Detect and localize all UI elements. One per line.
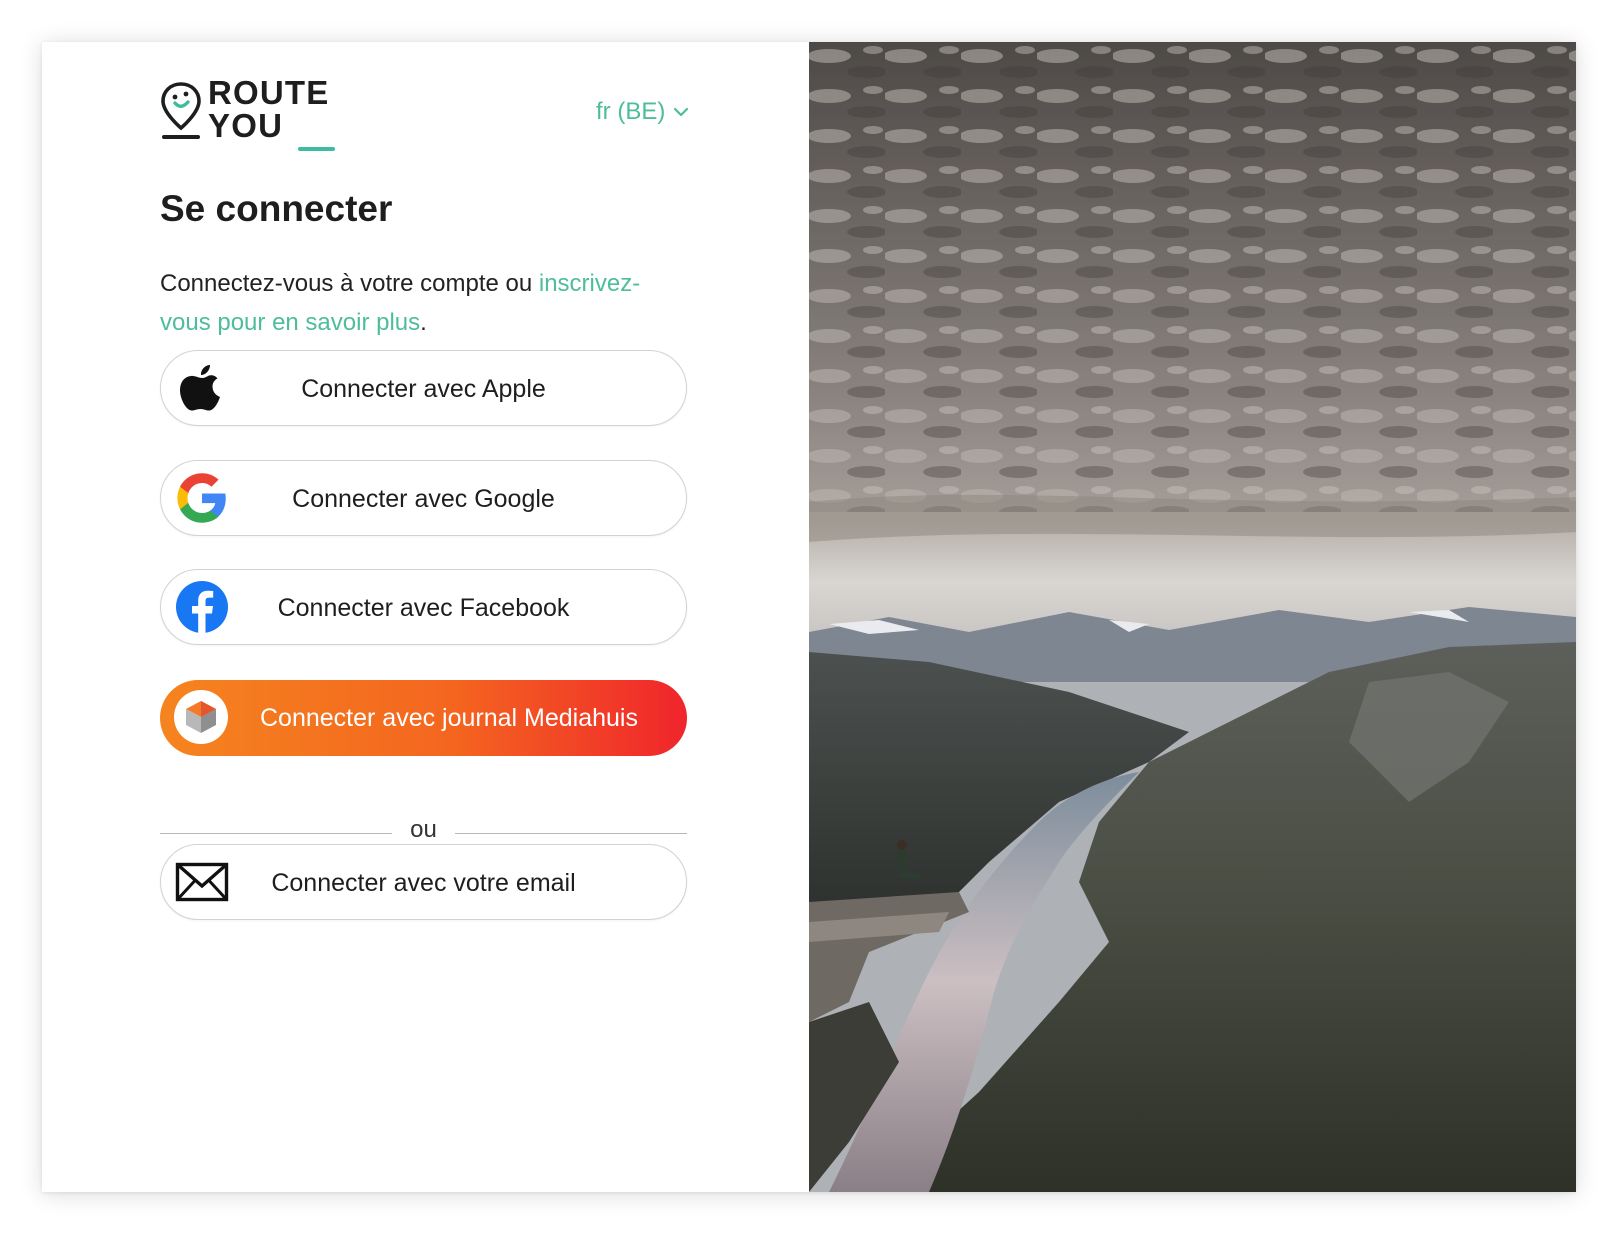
login-panel: ROUTE YOU fr (BE) Se connecter Connectez… <box>42 42 809 1192</box>
chevron-down-icon <box>674 107 689 117</box>
mediahuis-icon <box>174 690 228 744</box>
logo-wordmark-you: YOU <box>208 107 284 144</box>
facebook-login-button[interactable]: Connecter avec Facebook <box>160 569 687 645</box>
google-login-button[interactable]: Connecter avec Google <box>160 460 687 536</box>
map-pin-logo-icon <box>161 82 201 139</box>
intro-text-start: Connectez-vous à votre compte ou <box>160 270 539 297</box>
language-selector[interactable]: fr (BE) <box>596 98 689 126</box>
routeyou-logo[interactable]: ROUTE YOU <box>160 74 340 151</box>
mediahuis-login-button[interactable]: Connecter avec journal Mediahuis <box>160 680 687 756</box>
google-login-label: Connecter avec Google <box>292 485 555 513</box>
apple-login-label: Connecter avec Apple <box>301 375 546 403</box>
language-label: fr (BE) <box>596 98 666 125</box>
divider-line-right <box>455 833 687 834</box>
hero-landscape-image <box>809 42 1576 1192</box>
logo-wordmark-route: ROUTE <box>208 74 330 111</box>
page-title: Se connecter <box>160 188 393 229</box>
intro-text: Connectez-vous à votre compte ou inscriv… <box>160 264 680 342</box>
divider-label: ou <box>410 816 437 843</box>
apple-login-button[interactable]: Connecter avec Apple <box>160 350 687 426</box>
login-card: ROUTE YOU fr (BE) Se connecter Connectez… <box>42 42 1576 1192</box>
intro-text-end: . <box>420 309 427 336</box>
email-login-button[interactable]: Connecter avec votre email <box>160 844 687 920</box>
facebook-login-label: Connecter avec Facebook <box>277 594 570 622</box>
email-login-label: Connecter avec votre email <box>271 869 576 897</box>
mediahuis-login-label: Connecter avec journal Mediahuis <box>260 704 638 732</box>
logo-accent-dash <box>298 147 335 151</box>
